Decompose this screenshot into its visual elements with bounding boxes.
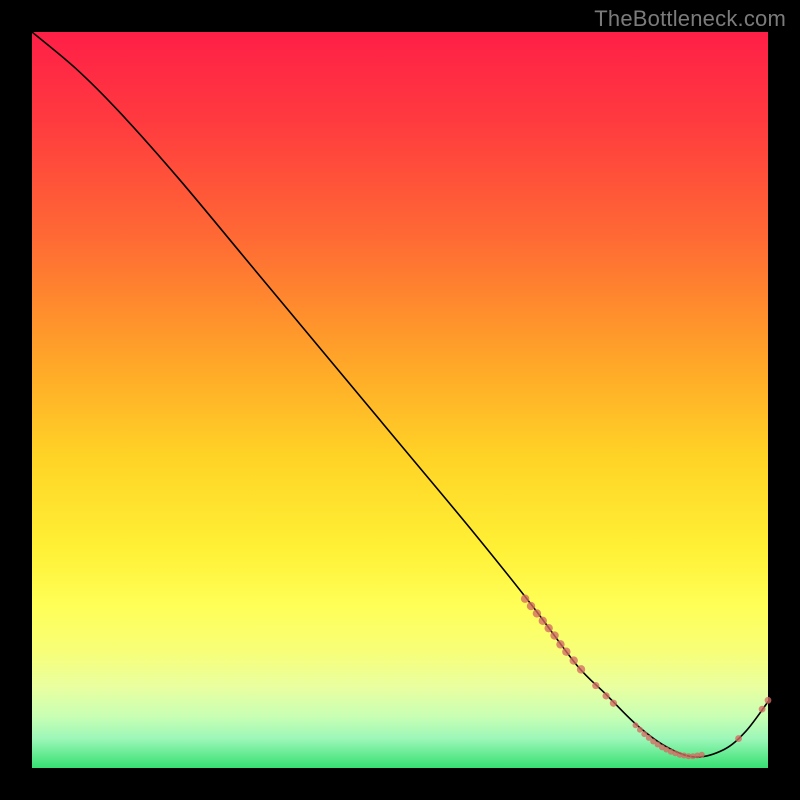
data-marker <box>699 752 705 758</box>
data-marker <box>550 631 558 639</box>
data-marker <box>577 665 585 673</box>
data-marker <box>570 656 578 664</box>
data-marker <box>602 692 609 699</box>
chart-svg <box>32 32 768 768</box>
curve-line <box>32 32 768 757</box>
data-marker <box>533 609 541 617</box>
data-marker <box>765 697 772 704</box>
data-marker <box>527 602 535 610</box>
data-marker <box>556 640 564 648</box>
data-marker <box>759 706 766 713</box>
data-marker <box>610 700 617 707</box>
data-marker <box>735 735 742 742</box>
data-marker <box>562 648 570 656</box>
data-marker <box>637 727 643 733</box>
data-marker <box>544 624 552 632</box>
data-marker <box>633 722 639 728</box>
data-marker <box>592 682 599 689</box>
chart-frame: TheBottleneck.com <box>0 0 800 800</box>
data-marker <box>521 595 529 603</box>
data-marker <box>539 617 547 625</box>
watermark-text: TheBottleneck.com <box>594 6 786 32</box>
plot-area <box>32 32 768 768</box>
